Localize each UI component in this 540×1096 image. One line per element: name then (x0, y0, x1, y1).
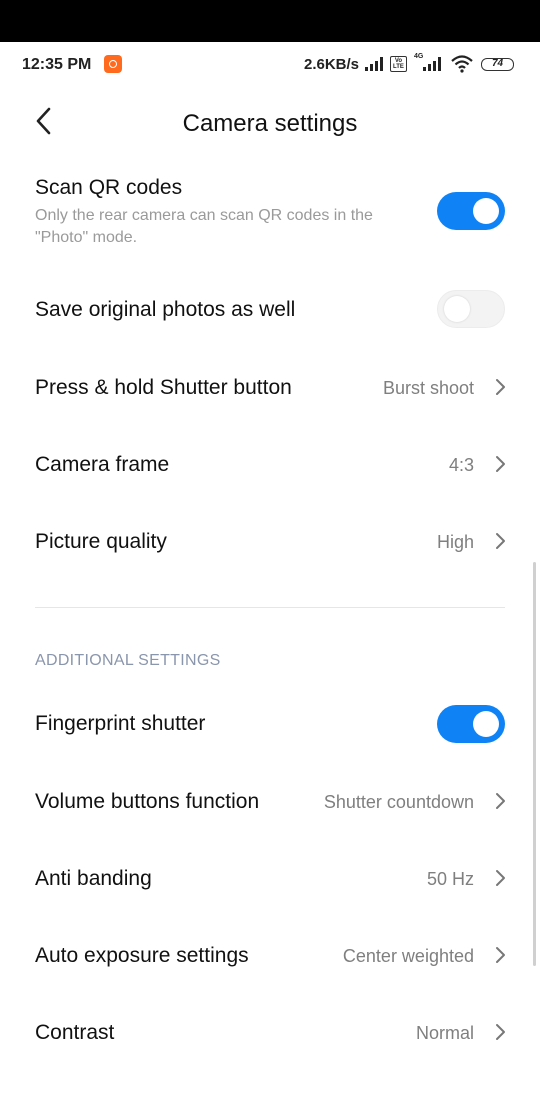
toggle-knob (473, 198, 499, 224)
app-notification-icon (104, 55, 122, 73)
setting-label: Anti banding (35, 867, 152, 890)
top-black-bar (0, 0, 540, 42)
setting-anti-banding[interactable]: Anti banding 50 Hz (0, 851, 540, 907)
setting-value: Shutter countdown (323, 792, 474, 812)
signal-strength-icon (365, 57, 383, 71)
scrollbar[interactable] (533, 562, 536, 966)
page-title: Camera settings (182, 110, 358, 137)
setting-label: Press & hold Shutter button (35, 376, 292, 399)
toggle-knob (473, 711, 499, 737)
setting-value: Normal (415, 1023, 474, 1043)
setting-auto-exposure[interactable]: Auto exposure settings Center weighted (0, 928, 540, 984)
setting-volume-buttons-function[interactable]: Volume buttons function Shutter countdow… (0, 774, 540, 830)
fingerprint-shutter-toggle[interactable] (437, 705, 505, 743)
volte-icon: Vo LTE (390, 56, 407, 72)
setting-description: Only the rear camera can scan QR codes i… (35, 207, 373, 246)
setting-press-hold-shutter[interactable]: Press & hold Shutter button Burst shoot (0, 360, 540, 416)
setting-value: 50 Hz (426, 869, 474, 889)
setting-label: Auto exposure settings (35, 944, 249, 967)
setting-value: High (436, 532, 474, 552)
setting-picture-quality[interactable]: Picture quality High (0, 514, 540, 570)
setting-label: Camera frame (35, 453, 170, 476)
status-bar: 12:35 PM 2.6KB/s Vo LTE 4G 74 (0, 42, 540, 90)
setting-fingerprint-shutter[interactable]: Fingerprint shutter (0, 694, 540, 754)
section-divider (35, 607, 505, 608)
scan-qr-toggle[interactable] (437, 192, 505, 230)
setting-save-original-photos[interactable]: Save original photos as well (0, 280, 540, 340)
setting-label: Fingerprint shutter (35, 712, 206, 735)
setting-value: Center weighted (342, 946, 474, 966)
setting-camera-frame[interactable]: Camera frame 4:3 (0, 437, 540, 493)
setting-scan-qr-codes[interactable]: Scan QR codes Only the rear camera can s… (0, 170, 540, 260)
battery-indicator: 74 (481, 58, 514, 71)
chevron-right-icon (496, 379, 505, 395)
page-header: Camera settings (0, 90, 540, 160)
chevron-right-icon (496, 947, 505, 963)
signal-strength-4g-icon (423, 57, 441, 71)
setting-label: Volume buttons function (35, 790, 260, 813)
chevron-right-icon (496, 793, 505, 809)
wifi-icon (451, 55, 473, 73)
setting-value: Burst shoot (382, 378, 474, 398)
setting-label: Contrast (35, 1021, 115, 1044)
setting-label: Save original photos as well (35, 298, 296, 321)
setting-label: Scan QR codes (35, 176, 183, 199)
setting-label: Picture quality (35, 530, 167, 553)
chevron-right-icon (496, 533, 505, 549)
chevron-right-icon (496, 870, 505, 886)
setting-value: 4:3 (448, 455, 474, 475)
toggle-knob (444, 296, 470, 322)
network-speed: 2.6KB/s (304, 56, 360, 73)
setting-contrast[interactable]: Contrast Normal (0, 1005, 540, 1061)
network-type-label: 4G (414, 53, 424, 60)
chevron-right-icon (496, 456, 505, 472)
chevron-right-icon (496, 1024, 505, 1040)
save-original-toggle[interactable] (437, 290, 505, 328)
status-time: 12:35 PM (22, 56, 92, 73)
section-header-additional: ADDITIONAL SETTINGS (35, 652, 221, 669)
